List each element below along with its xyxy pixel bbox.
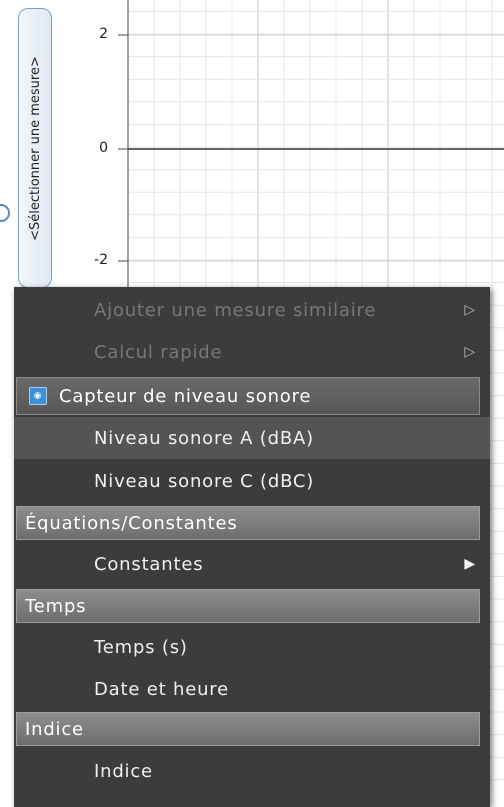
menu-item-sound-level-c[interactable]: Niveau sonore C (dBC) [14, 460, 490, 502]
menu-item-label: Ajouter une mesure similaire [94, 299, 377, 321]
context-menu: Ajouter une mesure similaire ▷ Calcul ra… [14, 287, 490, 807]
y-tick-label: 2 [99, 26, 108, 42]
submenu-arrow-icon: ▷ [464, 302, 476, 318]
submenu-arrow-icon: ▷ [464, 344, 476, 360]
menu-item-index[interactable]: Indice [14, 750, 490, 792]
menu-item-time-seconds[interactable]: Temps (s) [14, 626, 490, 668]
menu-item-add-similar-measure[interactable]: Ajouter une mesure similaire ▷ [14, 289, 490, 331]
measure-selector-button[interactable]: <Sélectionner une mesure> [18, 8, 52, 288]
section-header-label: Indice [25, 718, 84, 740]
menu-item-label: Niveau sonore A (dBA) [94, 427, 314, 449]
menu-item-date-time[interactable]: Date et heure [14, 668, 490, 710]
menu-item-label: Calcul rapide [94, 341, 223, 363]
sensor-header[interactable]: ◉ Capteur de niveau sonore [16, 377, 480, 415]
y-tick-label: 0 [99, 140, 108, 156]
menu-item-label: Constantes [94, 553, 204, 575]
section-header-index: Indice [16, 712, 480, 746]
menu-item-sound-level-a[interactable]: Niveau sonore A (dBA) [14, 417, 490, 459]
menu-item-label: Date et heure [94, 678, 229, 700]
y-tick-label: -2 [94, 252, 108, 268]
menu-item-label: Temps (s) [94, 636, 188, 658]
measure-selector-label: <Sélectionner une mesure> [27, 55, 43, 241]
section-header-label: Temps [25, 595, 87, 617]
section-header-label: Équations/Constantes [25, 512, 238, 534]
menu-item-label: Indice [94, 760, 153, 782]
section-header-time: Temps [16, 589, 480, 623]
sensor-icon: ◉ [29, 387, 47, 405]
sensor-header-label: Capteur de niveau sonore [59, 385, 312, 407]
section-header-equations: Équations/Constantes [16, 506, 480, 540]
submenu-arrow-icon: ▶ [464, 556, 476, 572]
menu-item-quick-calc[interactable]: Calcul rapide ▷ [14, 331, 490, 373]
menu-item-constants[interactable]: Constantes ▶ [14, 543, 490, 585]
menu-item-label: Niveau sonore C (dBC) [94, 470, 315, 492]
